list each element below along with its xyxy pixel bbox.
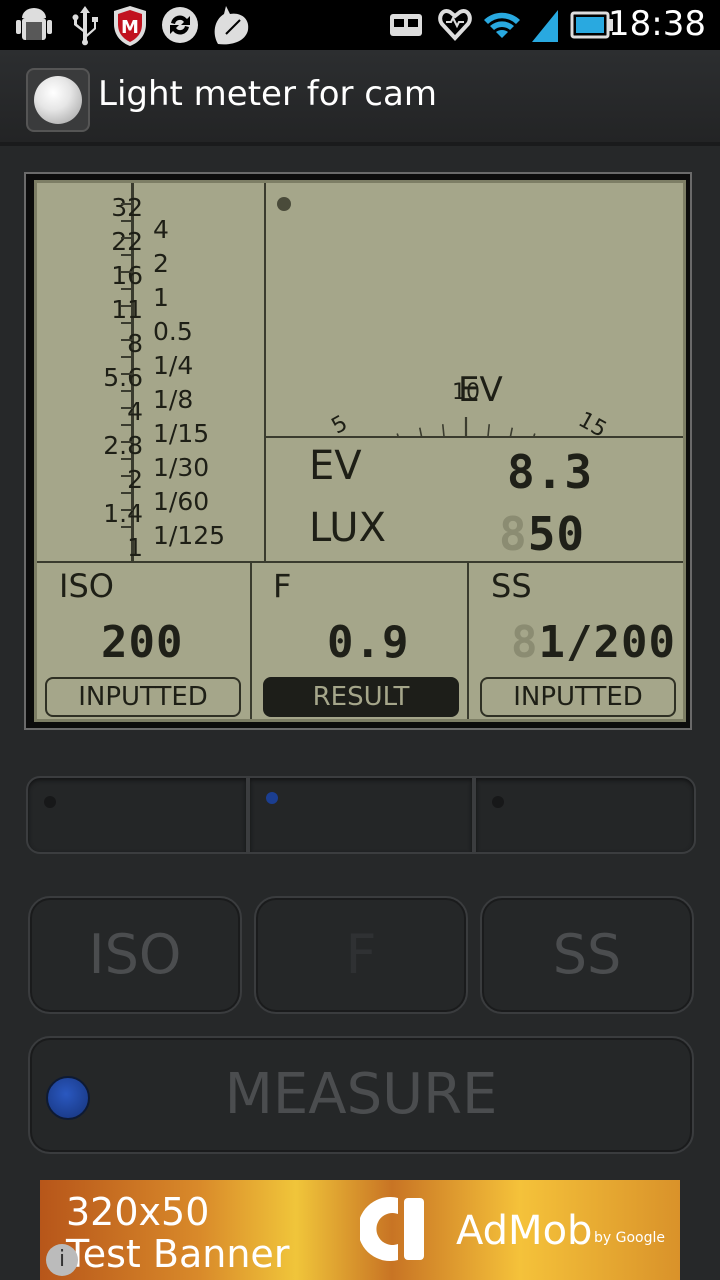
slot-indicator — [266, 792, 278, 804]
clock: 18:38 — [608, 4, 706, 44]
status-bar: M 18:38 — [0, 0, 720, 50]
wifi-icon — [484, 12, 520, 38]
t-scale: 42 1 0.5 1/4 1/8 1/15 1/30 1/60 1/125 — [153, 215, 226, 550]
iso-label: ISO — [59, 567, 114, 605]
svg-text:M: M — [121, 17, 139, 38]
lux-value: 850 — [499, 507, 586, 561]
f-button[interactable]: F — [254, 896, 468, 1014]
app-icon — [26, 68, 90, 132]
admob-logo-icon — [360, 1197, 424, 1261]
ad-banner[interactable]: 320x50 Test Banner AdMob by Google i — [40, 1180, 680, 1280]
f-status: RESULT — [263, 677, 459, 717]
iso-value: 200 — [101, 617, 184, 668]
measure-button[interactable]: MEASURE — [28, 1036, 694, 1154]
dial-tick — [509, 427, 514, 436]
sync-icon — [162, 7, 198, 43]
ss-button[interactable]: SS — [480, 896, 694, 1014]
dial-tick — [533, 433, 536, 436]
leaf-hand-icon — [214, 6, 249, 45]
ev-label: EV — [309, 443, 362, 489]
ss-label: SS — [491, 567, 532, 605]
slot-selector-2[interactable] — [248, 776, 474, 854]
usb-icon — [72, 6, 98, 46]
ss-value: 81/200 — [511, 617, 676, 668]
ad-brand-by: by Google — [594, 1230, 665, 1246]
iso-status: INPUTTED — [45, 677, 241, 717]
dial-tick — [487, 424, 491, 436]
ev-dial: 05101520 EV — [277, 197, 611, 436]
measure-indicator — [46, 1076, 90, 1120]
heart-icon — [438, 9, 472, 41]
ad-info-icon[interactable]: i — [46, 1244, 78, 1276]
dial-label: 15 — [574, 407, 611, 436]
slot-selector-1[interactable] — [26, 776, 248, 854]
android-debug-icon — [16, 8, 52, 40]
ad-title: Test Banner — [66, 1232, 290, 1276]
dial-unit: EV — [458, 370, 503, 410]
lux-label: LUX — [309, 505, 386, 551]
vr-glasses-icon — [390, 14, 422, 36]
ev-value: 8.3 — [507, 445, 594, 499]
iso-button[interactable]: ISO — [28, 896, 242, 1014]
measure-label: MEASURE — [224, 1062, 498, 1127]
dial-label: 5 — [328, 411, 352, 436]
slot-indicator — [44, 796, 56, 808]
mcafee-shield-icon: M — [114, 6, 146, 46]
app-title: Light meter for cam — [98, 74, 437, 114]
slot-selector-3[interactable] — [474, 776, 696, 854]
title-bar: Light meter for cam — [0, 50, 720, 146]
lcd-panel: 32 22 16 11 8 5.6 4 2.8 2 1.4 1 42 1 0.5 1/4 1/… — [34, 180, 686, 722]
dial-tick — [418, 427, 423, 436]
dial-tick — [396, 433, 399, 436]
f-label: F — [273, 567, 292, 605]
ss-status: INPUTTED — [480, 677, 676, 717]
ad-brand: AdMob — [456, 1208, 593, 1254]
f-value: 0.9 — [327, 617, 410, 668]
signal-icon — [532, 10, 558, 42]
ad-size-text: 320x50 — [66, 1190, 210, 1234]
dial-tick — [441, 424, 445, 436]
slot-indicator — [492, 796, 504, 808]
dial-indicator-dot — [277, 197, 291, 211]
